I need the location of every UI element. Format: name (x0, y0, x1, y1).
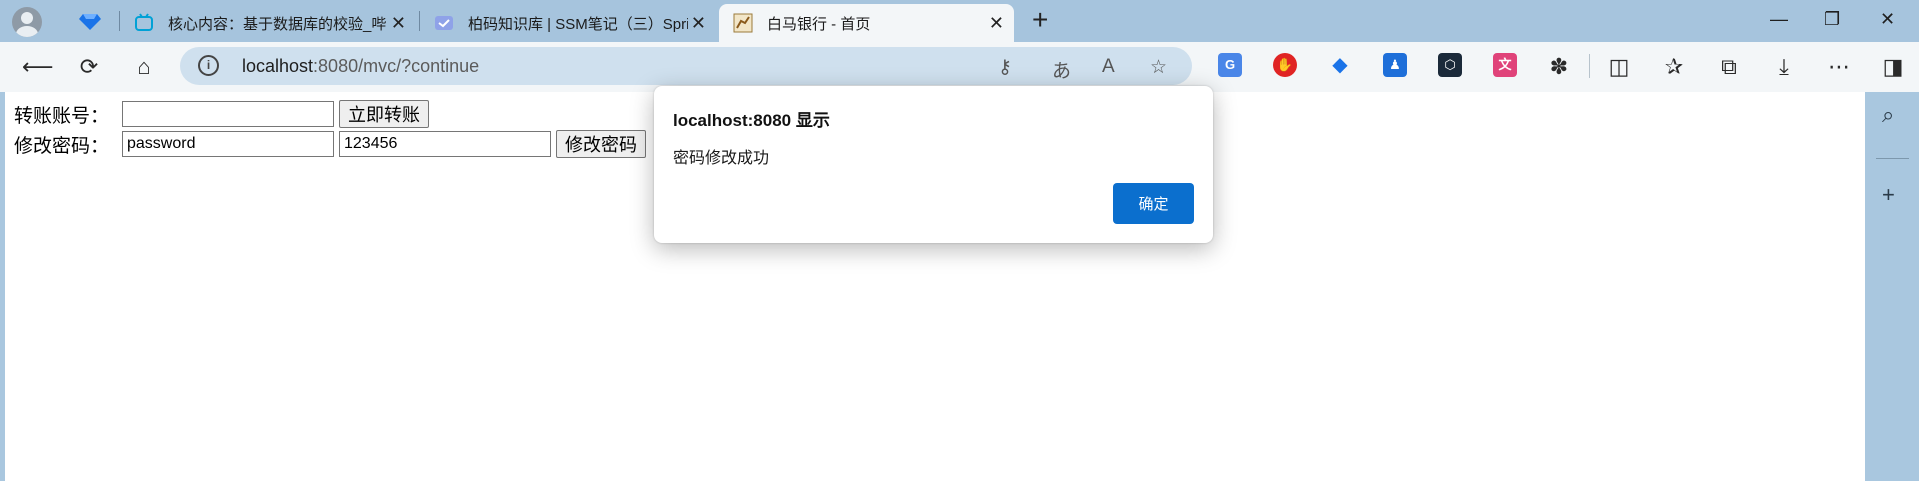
toolbar-separator (1589, 54, 1590, 78)
sidebar-toggle-icon[interactable]: ◨ (1880, 54, 1906, 80)
tab-title: 柏码知识库 | SSM笔记（三）Spri (468, 15, 688, 33)
translate-ca-ext-icon[interactable]: 文 (1493, 53, 1517, 77)
window-close-icon[interactable]: ✕ (1880, 9, 1895, 30)
extensions-puzzle-icon[interactable]: ✽ (1546, 54, 1572, 80)
address-bar[interactable]: i localhost:8080/mvc/?continue ⚷ あ A ☆ (180, 47, 1192, 85)
change-password-row: 修改密码： 修改密码 (14, 130, 646, 158)
home-icon[interactable]: ⌂ (131, 54, 157, 80)
diamond-ext-icon[interactable]: ◆ (1328, 53, 1352, 77)
new-tab-button[interactable]: + (1032, 6, 1048, 34)
close-icon[interactable]: ✕ (691, 13, 706, 34)
add-icon[interactable]: + (1882, 182, 1895, 208)
transfer-now-button[interactable]: 立即转账 (339, 100, 429, 128)
pinned-tab[interactable] (70, 8, 110, 34)
minimize-icon[interactable]: — (1770, 9, 1788, 30)
dialog-message: 密码修改成功 (673, 150, 770, 167)
back-icon[interactable]: ⟵ (22, 54, 54, 80)
search-icon[interactable]: ⌕ (1882, 102, 1894, 128)
tab-itbaima[interactable]: 柏码知识库 | SSM笔记（三）Spri ✕ (420, 4, 716, 42)
key-icon[interactable]: ⚷ (998, 56, 1012, 79)
transfer-account-label: 转账账号： (14, 105, 110, 127)
tab-strip: 核心内容：基于数据库的校验_哔 ✕ 柏码知识库 | SSM笔记（三）Spri ✕… (0, 0, 1919, 42)
transfer-row: 转账账号： 立即转账 (14, 100, 429, 128)
tab-title: 白马银行 - 首页 (767, 15, 871, 33)
old-password-input[interactable] (122, 131, 334, 157)
diamond-icon (79, 14, 101, 30)
change-password-button[interactable]: 修改密码 (556, 130, 646, 158)
sidebar-divider (1876, 158, 1909, 159)
url-text[interactable]: localhost:8080/mvc/?continue (242, 56, 479, 77)
itbaima-icon (435, 16, 453, 30)
bilibili-icon (135, 13, 153, 31)
transfer-account-input[interactable] (122, 101, 334, 127)
translate-icon[interactable]: あ (1052, 56, 1071, 83)
ok-button[interactable]: 确定 (1113, 183, 1194, 224)
refresh-icon[interactable]: ⟳ (76, 54, 102, 80)
alert-dialog: localhost:8080 显示 密码修改成功 确定 (654, 86, 1213, 243)
user-ext-icon[interactable]: ♟ (1383, 53, 1407, 77)
google-translate-ext-icon[interactable]: G (1218, 53, 1242, 77)
downloads-icon[interactable]: ⤓ (1771, 54, 1797, 80)
site-info-icon[interactable]: i (198, 55, 219, 76)
restore-icon[interactable]: ❐ (1824, 9, 1840, 30)
read-aloud-icon[interactable]: A (1102, 56, 1115, 78)
tab-title: 核心内容：基于数据库的校验_哔 (168, 15, 387, 33)
favorite-star-icon[interactable]: ☆ (1150, 56, 1167, 79)
browser-toolbar: ⟵ ⟳ ⌂ i localhost:8080/mvc/?continue ⚷ あ… (0, 42, 1919, 92)
close-icon[interactable]: ✕ (391, 13, 406, 34)
more-menu-icon[interactable]: ⋯ (1826, 54, 1852, 80)
favorites-icon[interactable]: ✰ (1661, 54, 1687, 80)
collections-icon[interactable]: ⧉ (1716, 54, 1742, 80)
horse-icon (733, 13, 753, 33)
dialog-title: localhost:8080 显示 (673, 111, 830, 130)
dev-ext-icon[interactable]: ⬡ (1438, 53, 1462, 77)
adblock-ext-icon[interactable]: ✋ (1273, 53, 1297, 77)
profile-avatar[interactable] (12, 7, 42, 37)
edge-sidebar: ⌕ + (1866, 92, 1919, 481)
tab-baima-bank[interactable]: 白马银行 - 首页 ✕ (719, 4, 1014, 42)
change-password-label: 修改密码： (14, 135, 110, 157)
split-screen-icon[interactable]: ◫ (1606, 54, 1632, 80)
tab-bilibili[interactable]: 核心内容：基于数据库的校验_哔 ✕ (120, 4, 416, 42)
close-icon[interactable]: ✕ (989, 13, 1004, 34)
new-password-input[interactable] (339, 131, 551, 157)
